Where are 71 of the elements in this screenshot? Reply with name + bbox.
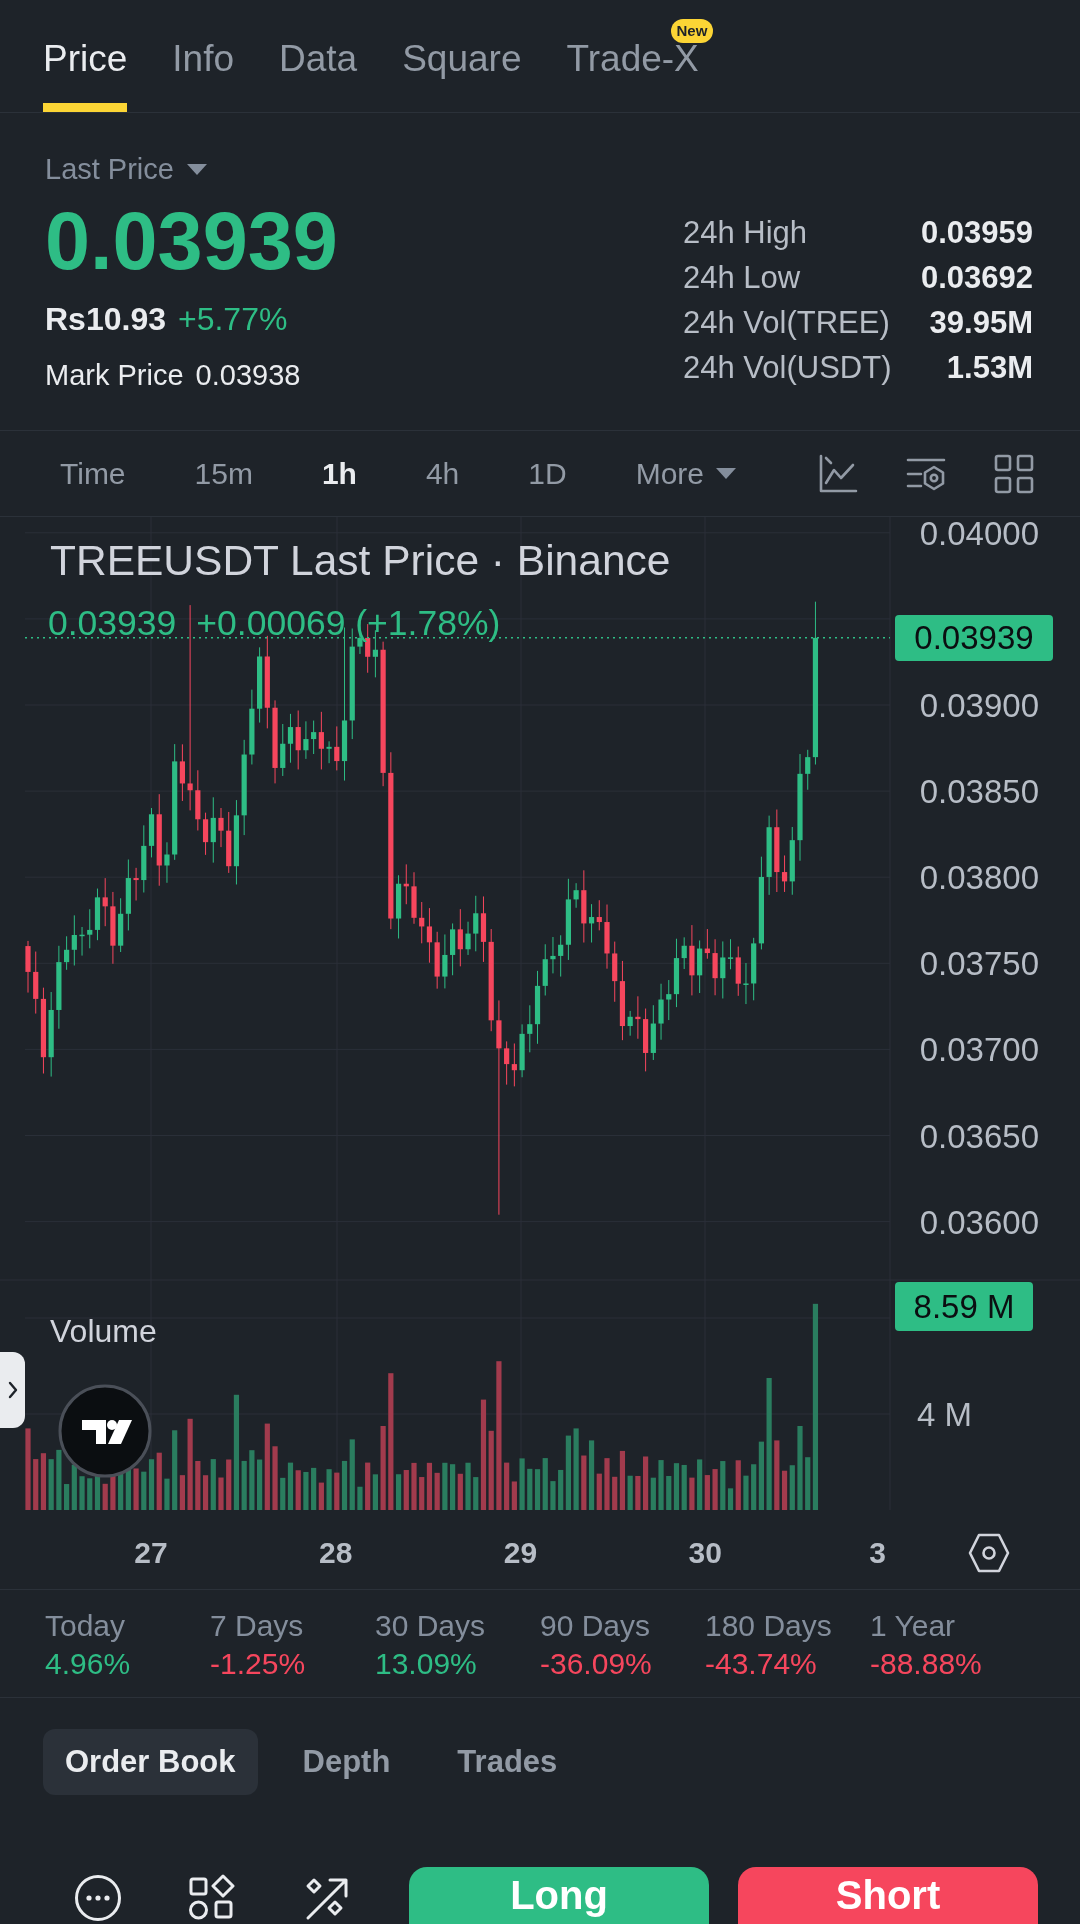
stat-label: 24h Vol(USDT): [683, 349, 892, 388]
period-change: -36.09%: [540, 1646, 653, 1682]
logo-icon: [58, 1384, 152, 1478]
stat-value: 0.03692: [920, 259, 1033, 298]
price-change: +5.77%: [178, 300, 288, 339]
period-label: 7 Days: [210, 1608, 305, 1644]
more-icon[interactable]: [74, 1874, 122, 1922]
stat-value: 39.95M: [929, 304, 1033, 343]
period-label: 1 Year: [870, 1608, 957, 1644]
chevron-icon: [7, 1381, 18, 1399]
price-tag: 0.03939: [895, 615, 1053, 661]
grid-icon[interactable]: [994, 453, 1034, 494]
stat-label: 24h High: [683, 214, 808, 253]
side-panel-handle[interactable]: [0, 1352, 25, 1428]
book-tab[interactable]: Order Book: [43, 1729, 258, 1795]
period-change: -43.74%: [705, 1646, 818, 1682]
stat-label: 24h Low: [683, 259, 801, 298]
tab[interactable]: Price: [43, 0, 128, 112]
shapes-icon[interactable]: [188, 1874, 236, 1922]
book-tab[interactable]: Depth: [280, 1729, 413, 1795]
period-label: 180 Days: [705, 1608, 833, 1644]
time-axis-label: 29: [503, 1536, 538, 1569]
interval-tab[interactable]: 1h: [321, 453, 357, 494]
volume-title: Volume: [50, 1312, 157, 1351]
volume-tag: 8.59 M: [895, 1282, 1033, 1331]
period-change: -1.25%: [210, 1646, 307, 1682]
tab[interactable]: Data: [279, 0, 358, 112]
interval-tab[interactable]: 15m: [194, 453, 253, 494]
time-axis-label: 30: [688, 1536, 722, 1569]
settings-icon[interactable]: [968, 1533, 1010, 1573]
time-axis-label: 3: [869, 1536, 886, 1569]
caret-icon: [186, 163, 207, 175]
tab[interactable]: Square: [402, 0, 522, 112]
stat-value: 1.53M: [946, 349, 1033, 388]
local-price: Rs10.93: [45, 300, 166, 339]
period-label: 90 Days: [540, 1608, 652, 1644]
caret-icon: [716, 468, 737, 479]
trade-button[interactable]: Short: [738, 1867, 1038, 1924]
period-change: -88.88%: [870, 1646, 983, 1682]
interval-tab[interactable]: 1D: [528, 453, 567, 494]
chart-price-change: +0.00069 (+1.78%): [196, 603, 501, 643]
period-label: 30 Days: [375, 1608, 487, 1644]
price-type-dropdown[interactable]: Last Price: [45, 149, 207, 189]
price-axis-label: 0.03700: [919, 1031, 1039, 1069]
stat-value: 0.03959: [920, 214, 1033, 253]
chart-last-price: 0.03939: [48, 603, 177, 643]
period-change: 13.09%: [375, 1646, 478, 1682]
last-price: 0.03939: [45, 201, 338, 281]
price-axis-label: 0.03750: [919, 945, 1039, 983]
price-axis-label: 0.04000: [919, 517, 1039, 552]
price-axis-label: 0.03600: [919, 1203, 1039, 1241]
time-axis-label: 27: [134, 1536, 168, 1569]
book-tab[interactable]: Trades: [435, 1729, 580, 1795]
new-badge: New: [670, 19, 714, 43]
period-label: Today: [45, 1608, 127, 1644]
price-axis-label: 0.03850: [919, 773, 1039, 811]
line-chart-icon[interactable]: [818, 453, 858, 494]
price-axis-label: 0.03650: [919, 1117, 1039, 1155]
stat-label: 24h Vol(TREE): [683, 304, 890, 343]
period-change: 4.96%: [45, 1646, 132, 1682]
price-axis-label: 0.03900: [919, 687, 1039, 724]
interval-tab[interactable]: 4h: [425, 453, 460, 494]
tab[interactable]: Info: [172, 0, 235, 112]
interval-tab[interactable]: Time: [60, 453, 126, 494]
volume-axis-label: 4 M: [917, 1396, 972, 1433]
mark-price-label: Mark Price: [45, 358, 184, 393]
chart-title: TREEUSDT Last Price · Binance: [50, 536, 671, 586]
price-axis-label: 0.03800: [919, 859, 1039, 897]
more-menu[interactable]: More: [635, 453, 737, 494]
mark-price: 0.03938: [195, 358, 301, 393]
time-axis-label: 28: [319, 1536, 353, 1569]
